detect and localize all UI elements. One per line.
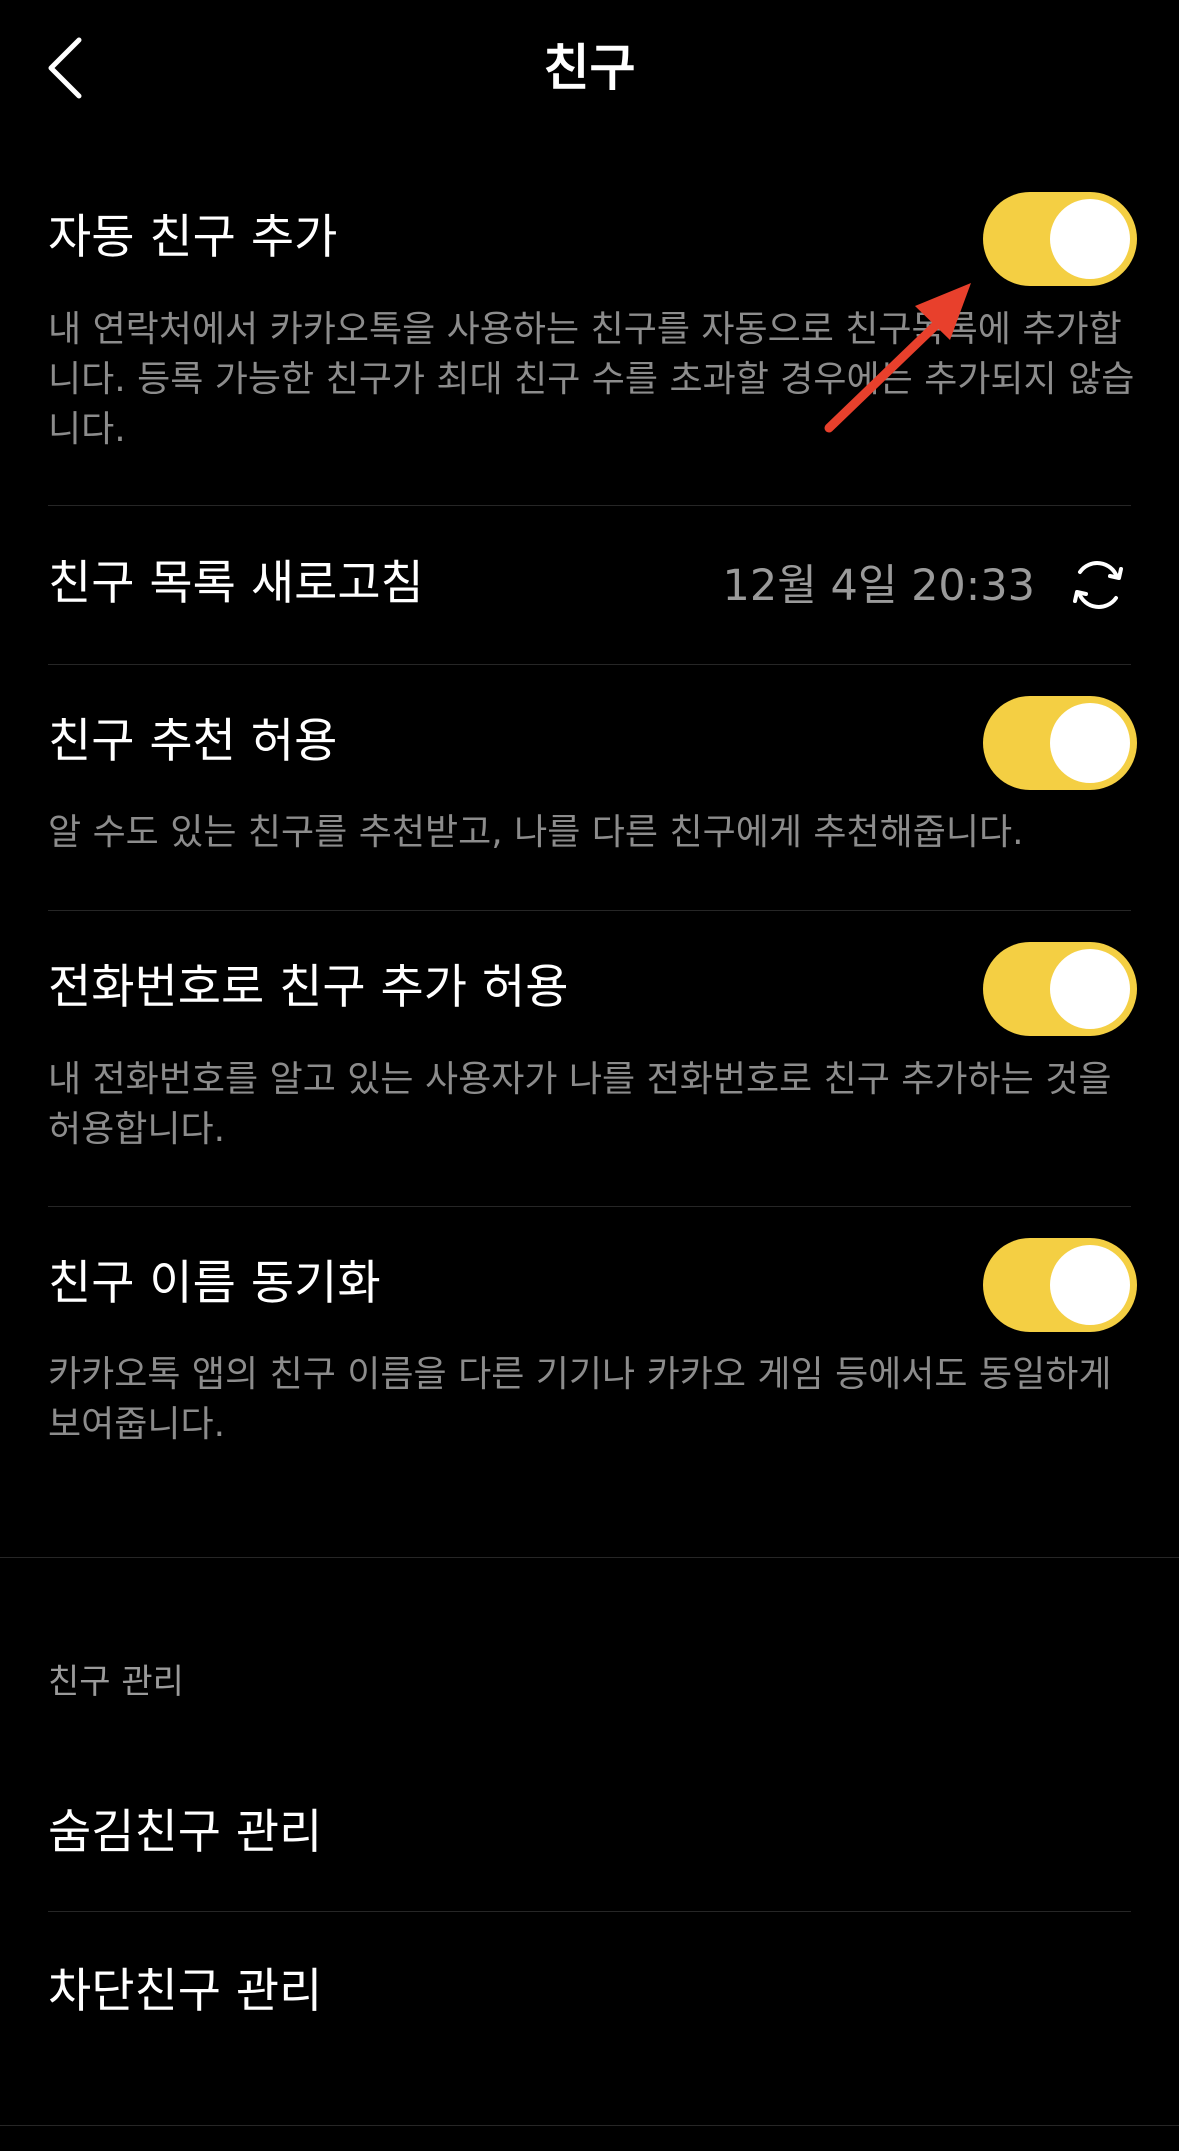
divider — [48, 664, 1131, 665]
toggle-knob — [1050, 199, 1130, 279]
phone-add-description: 내 전화번호를 알고 있는 사용자가 나를 전화번호로 친구 추가하는 것을 허… — [48, 1059, 1112, 1150]
refresh-button[interactable] — [1066, 550, 1130, 620]
blocked-friends-label: 차단친구 관리 — [48, 1964, 323, 2019]
name-sync-title: 친구 이름 동기화 — [48, 1256, 381, 1311]
hidden-friends-row[interactable]: 숨김친구 관리 — [0, 1758, 1179, 1908]
navigation-bar: 친구 — [0, 0, 1179, 140]
page-title: 친구 — [543, 39, 636, 97]
section-divider — [0, 1557, 1179, 1558]
phone-add-title: 전화번호로 친구 추가 허용 — [48, 960, 569, 1015]
divider — [48, 505, 1131, 506]
divider — [48, 1206, 1131, 1207]
blocked-friends-row[interactable]: 차단친구 관리 — [0, 1917, 1179, 2067]
toggle-knob — [1050, 1245, 1130, 1325]
refresh-list-title: 친구 목록 새로고침 — [48, 556, 424, 611]
section-divider — [0, 2125, 1179, 2126]
hidden-friends-label: 숨김친구 관리 — [48, 1805, 323, 1860]
toggle-knob — [1050, 949, 1130, 1029]
recommend-description: 알 수도 있는 친구를 추천받고, 나를 다른 친구에게 추천해줍니다. — [48, 812, 1024, 853]
phone-add-toggle[interactable] — [983, 942, 1137, 1036]
auto-add-toggle[interactable] — [983, 192, 1137, 286]
toggle-knob — [1050, 703, 1130, 783]
recommend-title: 친구 추천 허용 — [48, 714, 338, 769]
divider — [48, 1911, 1131, 1912]
section-header: 친구 관리 — [48, 1662, 184, 1702]
divider — [48, 910, 1131, 911]
auto-add-description: 내 연락처에서 카카오톡을 사용하는 친구를 자동으로 친구목록에 추가합니다.… — [48, 309, 1135, 450]
name-sync-description: 카카오톡 앱의 친구 이름을 다른 기기나 카카오 게임 등에서도 동일하게 보… — [48, 1354, 1112, 1445]
refresh-icon — [1073, 561, 1123, 609]
name-sync-toggle[interactable] — [983, 1238, 1137, 1332]
recommend-toggle[interactable] — [983, 696, 1137, 790]
refresh-timestamp: 12월 4일 20:33 — [722, 561, 1035, 611]
auto-add-title: 자동 친구 추가 — [48, 210, 338, 265]
